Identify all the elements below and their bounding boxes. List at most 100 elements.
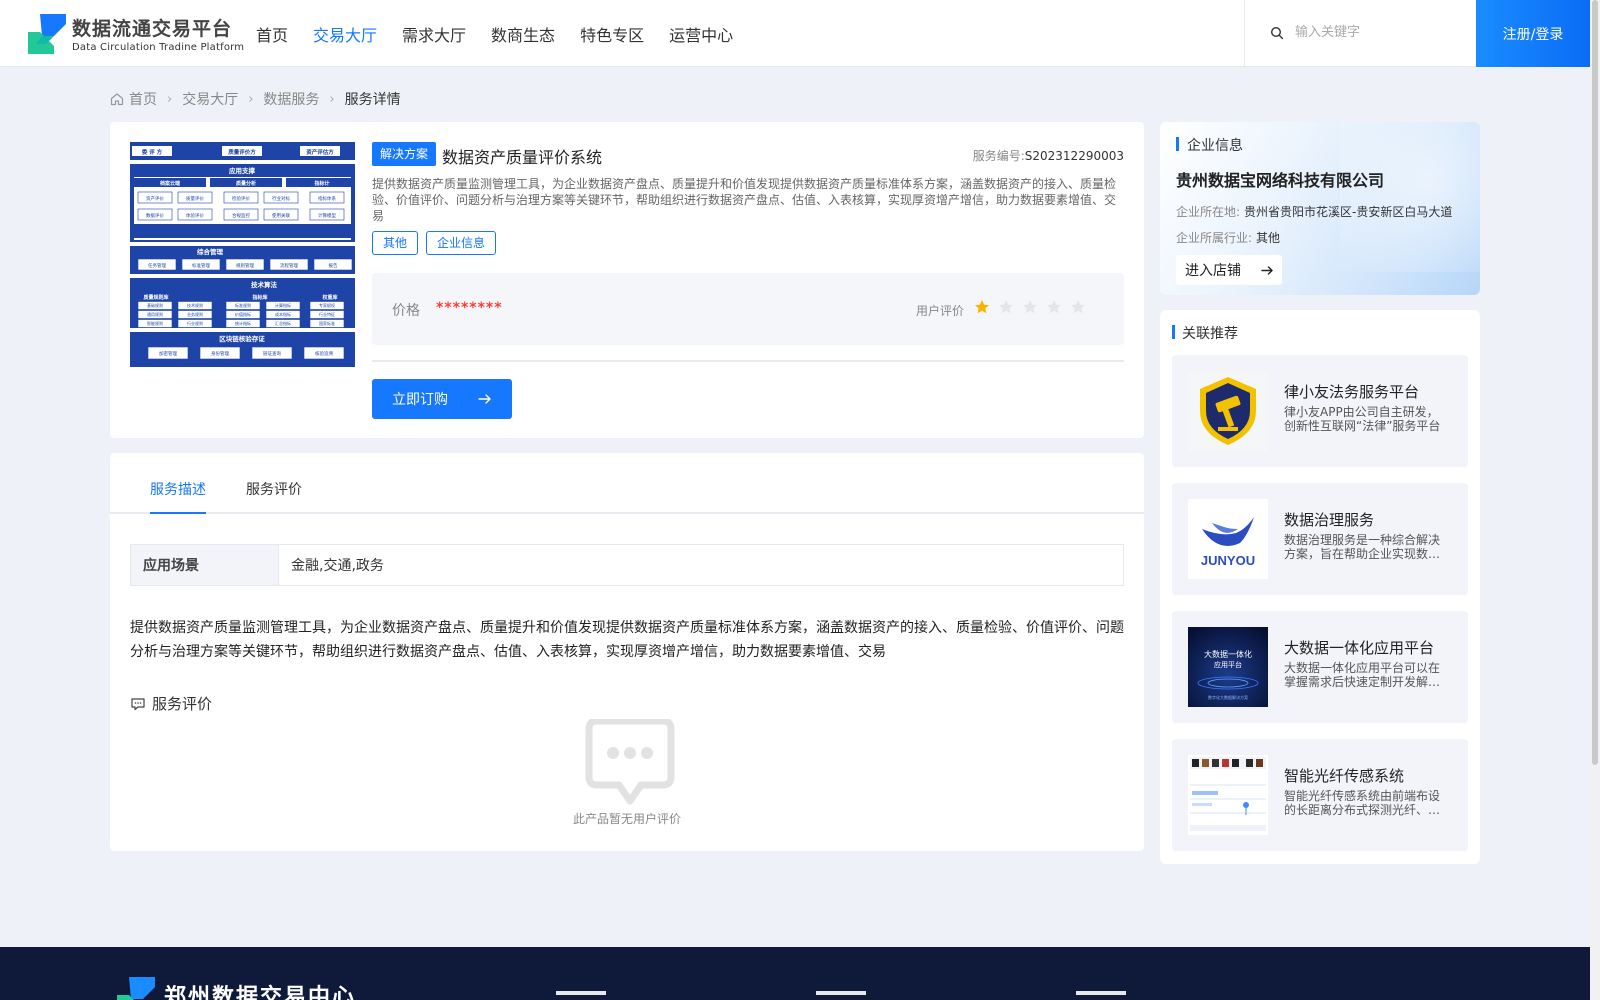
company-location-value: 贵州省贵阳市花溪区-贵安新区白马大道 <box>1244 205 1453 219</box>
company-name: 贵州数据宝网络科技有限公司 <box>1176 171 1385 190</box>
enter-shop-button[interactable]: 进入店铺 <box>1176 255 1282 285</box>
diagram-item: 质量评价 <box>186 195 204 202</box>
diagram-subsection: 质量分析 <box>236 180 256 187</box>
empty-comment-icon <box>585 719 675 805</box>
diagram-item: 专家赋权 <box>319 302 335 308</box>
diagram-section-title: 技术算法 <box>251 280 278 289</box>
diagram-item: 标准规则 <box>235 302 251 308</box>
tag-enterprise-info[interactable]: 企业信息 <box>426 231 497 255</box>
recommend-desc: 大数据一体化应用平台可以在掌握需求后快速定制开发解决方案 <box>1284 661 1441 689</box>
recommend-desc: 律小友APP由公司自主研发，创新性互联网“法律”服务平台 <box>1284 405 1441 433</box>
diagram-box <box>134 224 351 238</box>
recommend-section-title: 关联推荐 <box>1182 326 1238 342</box>
detail-card: 服务描述 服务评价 应用场景 金融,交通,政务 提供数据资产质量监测管理工具，为… <box>110 453 1144 851</box>
diagram-item: 数据评价 <box>146 212 164 219</box>
diagram-item: 体验评价 <box>186 212 204 219</box>
user-rating-label: 用户评价 <box>916 304 965 318</box>
chevron-right-icon: › <box>248 91 254 107</box>
search-input[interactable] <box>1295 20 1465 44</box>
page-scrollbar[interactable] <box>1590 0 1600 1000</box>
breadcrumb-data-services[interactable]: 数据服务 <box>263 89 319 109</box>
breadcrumb-home[interactable]: 首页 <box>129 89 157 109</box>
chevron-right-icon: › <box>167 91 173 107</box>
diagram-subsection: 档案云端 <box>160 180 180 187</box>
section-marker <box>1172 325 1175 339</box>
service-description-text: 提供数据资产质量监测管理工具，为企业数据资产盘点、质量提升和价值发现提供数据资产… <box>130 620 1124 660</box>
nav-demand-hall[interactable]: 需求大厅 <box>402 22 466 46</box>
tag-other[interactable]: 其他 <box>372 231 419 255</box>
recommend-item[interactable]: 智能光纤传感系统 智能光纤传感系统由前端布设的长距离分布式探测光纤、后端解调设备… <box>1172 739 1468 851</box>
scenario-label: 应用场景 <box>131 545 279 585</box>
nav-ecosystem[interactable]: 数商生态 <box>491 22 555 46</box>
nav-operations-center[interactable]: 运营中心 <box>669 22 733 46</box>
diagram-subsection: 指标计 <box>314 180 329 187</box>
diagram-item: 计算模型 <box>318 212 336 219</box>
diagram-item: 汇总指标 <box>275 320 291 326</box>
arrow-right-icon <box>478 394 491 404</box>
order-now-button[interactable]: 立即订购 <box>372 379 512 419</box>
breadcrumb-service-detail: 服务详情 <box>344 92 401 108</box>
logo-mark-icon <box>28 14 66 54</box>
architecture-diagram: 委 评 方 质量评价方 资产评估方 应用支撑档案云端 质量分析 指标计资产评价 质量评价 检… <box>130 142 355 367</box>
price-value: ******** <box>436 300 503 316</box>
scrollbar-thumb[interactable] <box>1592 0 1598 765</box>
diagram-top-label: 委 评 方 <box>142 148 163 156</box>
diagram-item: 合规监控 <box>232 212 250 219</box>
lawyer-badge-thumbnail <box>1188 371 1268 451</box>
diagram-item: 指标体系 <box>318 195 336 202</box>
nav-trading-hall[interactable]: 交易大厅 <box>313 22 377 46</box>
review-section-title: 服务评价 <box>152 695 213 713</box>
diagram-item: 报告 <box>329 262 338 269</box>
footer-column-heading <box>1076 991 1126 995</box>
nav-home[interactable]: 首页 <box>256 22 288 46</box>
product-tags: 其他 企业信息 <box>372 231 504 255</box>
arrow-right-icon <box>1261 266 1273 275</box>
junyou-logo-text: JUNYOU <box>1201 553 1255 568</box>
breadcrumb-trading-hall[interactable]: 交易大厅 <box>182 89 238 109</box>
diagram-item: 业务规则 <box>187 311 203 317</box>
recommend-item[interactable]: 大数据一体化 应用平台 数字化大数据解决方案 大数据一体化应用平台 大数据一体化… <box>1172 611 1468 723</box>
breadcrumb: 首页 › 交易大厅 › 数据服务 › 服务详情 <box>110 89 401 109</box>
tab-service-reviews[interactable]: 服务评价 <box>246 479 302 499</box>
star-icon[interactable] <box>1022 299 1038 315</box>
diagram-subsection: 权重库 <box>321 294 337 301</box>
footer-column-heading <box>816 991 866 995</box>
diagram-item: 行业特征 <box>319 311 335 317</box>
tab-service-description[interactable]: 服务描述 <box>150 479 206 499</box>
product-title: 数据资产质量评价系统 <box>442 148 603 167</box>
star-icon[interactable] <box>1046 299 1062 315</box>
company-industry: 企业所属行业: 其他 <box>1176 229 1280 246</box>
review-section-header: 服务评价 <box>130 693 212 714</box>
diagram-item: 基础规则 <box>147 302 163 308</box>
company-info-card: 企业信息 贵州数据宝网络科技有限公司 企业所在地: 贵州省贵阳市花溪区-贵安新区白… <box>1160 122 1480 295</box>
chevron-right-icon: › <box>329 91 335 107</box>
company-industry-label: 企业所属行业: <box>1176 231 1253 245</box>
product-card: 委 评 方 质量评价方 资产评估方 应用支撑 档案云端 质量分析 指标计 资产评价 质量评价 检… <box>110 122 1144 438</box>
diagram-item: 任务管理 <box>148 262 166 269</box>
site-logo[interactable]: 数据流通交易平台 Data Circulation Tradine Platfo… <box>28 12 244 58</box>
rating-stars <box>974 299 1094 315</box>
recommend-desc: 数据治理服务是一种综合解决方案，旨在帮助企业实现数据的高效管理 <box>1284 533 1441 561</box>
star-icon[interactable] <box>1070 299 1086 315</box>
diagram-item: 使用关联 <box>272 212 290 219</box>
recommend-item[interactable]: JUNYOU 数据治理服务 数据治理服务是一种综合解决方案，旨在帮助企业实现数据… <box>1172 483 1468 595</box>
star-icon[interactable] <box>974 299 990 315</box>
diagram-item: 行业对标 <box>272 195 290 202</box>
service-number-label: 服务编号: <box>972 149 1025 163</box>
diagram-item: 规则管理 <box>236 262 254 269</box>
fiber-dashboard-screenshot <box>1188 755 1268 835</box>
star-icon[interactable] <box>998 299 1014 315</box>
diagram-item: 成本指标 <box>275 311 291 317</box>
bigdata-cover-subtitle: 应用平台 <box>1214 660 1242 669</box>
junyou-logo: JUNYOU <box>1188 499 1268 579</box>
diagram-item: 链证查询 <box>263 350 281 357</box>
order-now-label: 立即订购 <box>392 392 448 408</box>
diagram-item: 资产评价 <box>146 195 164 202</box>
recommend-item[interactable]: 律小友法务服务平台 律小友APP由公司自主研发，创新性互联网“法律”服务平台 <box>1172 355 1468 467</box>
diagram-item: 智能规则 <box>147 320 163 326</box>
diagram-section-title: 综合管理 <box>197 247 224 256</box>
search-icon[interactable] <box>1270 26 1284 40</box>
register-login-button[interactable]: 注册/登录 <box>1476 0 1590 67</box>
nav-featured-zone[interactable]: 特色专区 <box>580 22 644 46</box>
main-nav: 首页 交易大厅 需求大厅 数商生态 特色专区 运营中心 <box>256 22 758 46</box>
